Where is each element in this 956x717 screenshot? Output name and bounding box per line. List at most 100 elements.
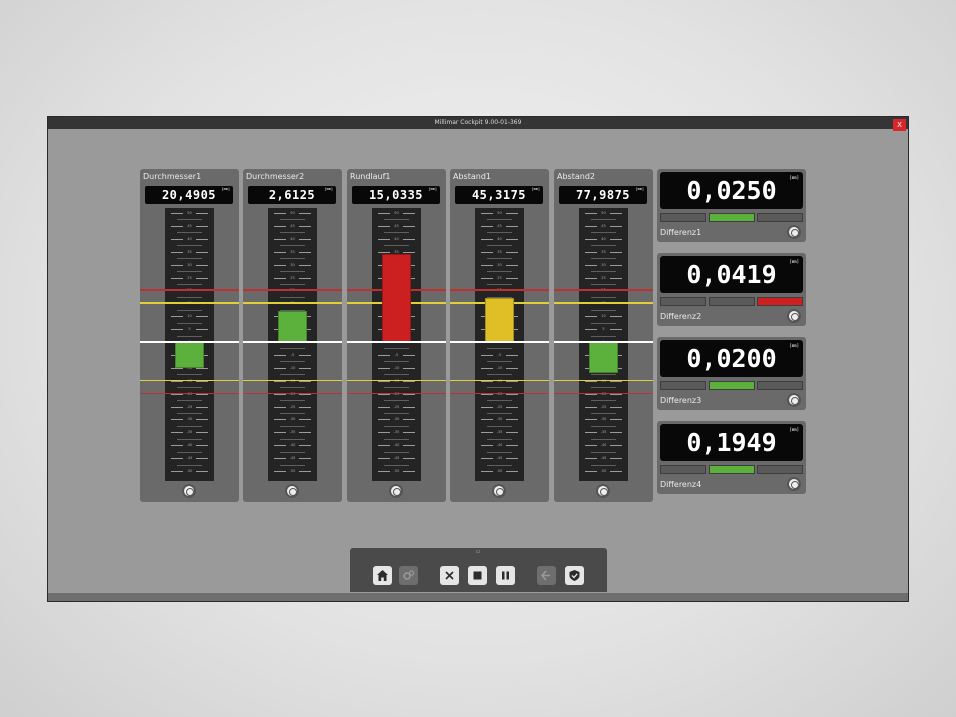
- scale-tick: [378, 354, 390, 356]
- gauge-card: Abstand1 45,3175 [mm] 504540353025201510…: [450, 169, 549, 502]
- scale-tick: [403, 238, 415, 240]
- scale-label: -25: [393, 404, 400, 409]
- difference-settings-button[interactable]: [787, 225, 801, 239]
- tolerance-line: [554, 289, 653, 291]
- scale-tick: [481, 458, 493, 460]
- scale-tick: [585, 432, 597, 434]
- scale-tick: [274, 238, 286, 240]
- bottom-toolbar: ▭: [350, 548, 607, 592]
- scale-tick: [378, 432, 390, 434]
- scale-tick: [403, 445, 415, 447]
- scale-tick: [585, 213, 597, 214]
- pause-button[interactable]: [496, 566, 515, 585]
- scale-tick: [585, 406, 597, 408]
- scale-tick: [481, 277, 493, 279]
- gauge-settings-button[interactable]: [492, 484, 506, 498]
- status-segment: [757, 465, 803, 474]
- scale-tick: [171, 471, 183, 472]
- scale-tick: [378, 251, 390, 253]
- scale-label: 50: [187, 211, 192, 215]
- scale-tick: [610, 445, 622, 447]
- scale-tick: [280, 464, 305, 466]
- difference-value-display: 0,0200 [mm]: [660, 340, 803, 377]
- stop-button[interactable]: [468, 566, 487, 585]
- tolerance-line: [243, 289, 342, 291]
- home-button[interactable]: [373, 566, 392, 585]
- scale-tick: [487, 425, 512, 427]
- scale-tick: [610, 225, 622, 227]
- settings-button[interactable]: [399, 566, 418, 585]
- scale-tick: [403, 419, 415, 421]
- scale-label: -45: [186, 456, 193, 461]
- scale-tick: [177, 219, 202, 221]
- gauge-name: Durchmesser2: [246, 172, 305, 181]
- scale-tick: [585, 329, 597, 331]
- gauge-settings-button[interactable]: [182, 484, 196, 498]
- scale-tick: [487, 400, 512, 402]
- scale-tick: [378, 419, 390, 421]
- close-button[interactable]: X: [893, 119, 906, 131]
- scale-tick: [299, 277, 311, 279]
- scale-tick: [591, 335, 616, 337]
- logout-button[interactable]: [537, 566, 556, 585]
- scale-label: 40: [290, 236, 295, 241]
- scale-tick: [171, 432, 183, 434]
- scale-label: -35: [289, 430, 296, 435]
- tolerance-line: [243, 392, 342, 395]
- scale-tick: [196, 419, 208, 421]
- scale-tick: [591, 309, 616, 311]
- gauge-value-display: 77,9875 [mm]: [559, 186, 647, 204]
- difference-settings-button[interactable]: [787, 393, 801, 407]
- gauge-settings-button[interactable]: [285, 484, 299, 498]
- scale-label: 45: [290, 223, 295, 228]
- tolerance-line: [450, 392, 549, 395]
- difference-value: 0,1949: [686, 428, 777, 457]
- difference-card: 0,0200 [mm] Differenz3: [657, 337, 806, 410]
- scale-tick: [591, 451, 616, 453]
- scale-tick: [591, 464, 616, 466]
- scale-tick: [384, 387, 409, 389]
- scale-label: -45: [496, 456, 503, 461]
- scale-tick: [591, 232, 616, 234]
- scale-label: -30: [186, 417, 193, 422]
- scale-tick: [299, 458, 311, 460]
- scale-tick: [274, 251, 286, 253]
- toolbar-handle-icon[interactable]: ▭: [473, 550, 483, 555]
- gauge-settings-button[interactable]: [596, 484, 610, 498]
- measurement-bar: [485, 298, 514, 342]
- logout-icon: [540, 570, 550, 581]
- scale-label: 10: [601, 314, 606, 319]
- measurement-bar: [382, 254, 411, 342]
- scale-label: 25: [290, 275, 295, 280]
- scale-tick: [384, 425, 409, 427]
- scale-tick: [196, 471, 208, 472]
- scale-tick: [274, 264, 286, 266]
- scale-tick: [274, 213, 286, 214]
- scale-label: 45: [187, 223, 192, 228]
- status-segment: [708, 297, 755, 306]
- scale-tick: [585, 458, 597, 460]
- scale-tick: [299, 238, 311, 240]
- scale-tick: [591, 258, 616, 260]
- unit-label: [mm]: [789, 343, 799, 348]
- scale-label: -50: [289, 469, 296, 473]
- scale-tick: [591, 219, 616, 221]
- scale-tick: [280, 425, 305, 427]
- scale-label: 40: [601, 236, 606, 241]
- gauge-value: 77,9875: [575, 188, 631, 202]
- scale-tick: [610, 458, 622, 460]
- clear-button[interactable]: [440, 566, 459, 585]
- scale-tick: [171, 329, 183, 331]
- scale-tick: [177, 283, 202, 285]
- status-segment: [757, 213, 803, 222]
- gauge-settings-button[interactable]: [389, 484, 403, 498]
- scale-tick: [280, 361, 305, 363]
- scale-tick: [610, 432, 622, 434]
- shield-button[interactable]: [565, 566, 584, 585]
- scale-tick: [384, 400, 409, 402]
- difference-settings-button[interactable]: [787, 309, 801, 323]
- scale-tick: [487, 361, 512, 363]
- difference-settings-button[interactable]: [787, 477, 801, 491]
- scale-tick: [585, 316, 597, 318]
- tolerance-line: [140, 379, 239, 382]
